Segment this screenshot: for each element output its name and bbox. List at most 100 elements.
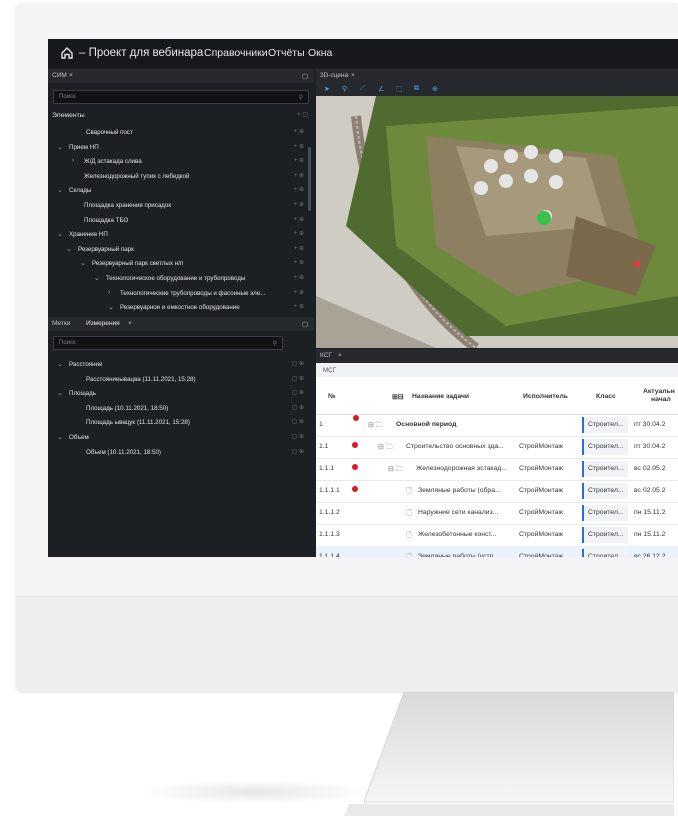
row-actions-icon[interactable]: + ⊕ [294, 216, 304, 223]
sim-scrollbar[interactable] [308, 147, 311, 211]
tree-item[interactable]: ⌄ Хранение НП + ⊕ [48, 227, 310, 241]
menu-reports[interactable]: Отчёты [268, 47, 305, 59]
maximize-icon[interactable]: ▢ [302, 320, 308, 328]
tree-item[interactable]: Площадь ывацук (11.11.2021, 15:28) ▢ ⊕ [48, 415, 310, 429]
row-actions-icon[interactable]: ▢ ⊕ [292, 418, 304, 425]
close-icon[interactable]: × [338, 352, 342, 359]
chevron-down-icon[interactable]: ⌄ [57, 143, 63, 151]
close-icon[interactable]: × [351, 72, 355, 79]
task-executor: СтройМонтаж [519, 487, 564, 494]
class-label: Строител... [588, 531, 624, 538]
alert-icon[interactable] [352, 486, 358, 492]
table-row[interactable]: 1.1.1.4 🗋 Земляные работы (устр... СтройМон… [316, 546, 678, 557]
chevron-down-icon[interactable]: ⌄ [80, 259, 86, 267]
maximize-icon[interactable]: ▢ [302, 72, 308, 80]
table-row[interactable]: 1.1 ⊟ 🗀 Строительство основных зда... Строй… [316, 436, 678, 459]
alert-icon[interactable] [353, 415, 359, 421]
task-executor: СтройМонтаж [519, 443, 564, 450]
tree-item[interactable]: ⌄ Резервуарное и емкостное оборудование + … [48, 300, 310, 314]
tree-item[interactable]: ⌄ Объем ▢ ⊕ [48, 430, 310, 444]
sim-search-input[interactable]: Поиск ⚲ [53, 90, 309, 104]
home-icon[interactable] [60, 46, 74, 60]
tree-item[interactable]: ⌄ Площадь ▢ ⊕ [48, 386, 310, 400]
tab-3d-scene[interactable]: 3D-сцена [320, 72, 348, 79]
chevron-down-icon[interactable]: ⌄ [57, 186, 63, 194]
col-actual-start: начал [651, 396, 671, 403]
row-actions-icon[interactable]: ▢ ⊕ [292, 404, 304, 411]
tree-item[interactable]: ⌄ Расстояние ▢ ⊕ [48, 357, 310, 371]
row-actions-icon[interactable]: + ⊕ [294, 289, 304, 296]
row-actions-icon[interactable]: + ⊕ [294, 259, 304, 266]
tree-item[interactable]: Объем (10.11.2021, 18:50) ▢ ⊕ [48, 445, 310, 459]
tab-ksg[interactable]: КСГ [320, 352, 332, 359]
chevron-right-icon[interactable]: › [108, 289, 110, 296]
table-row[interactable]: 1.1.1.3 🗋 Железобетонные конст... СтройМонт… [316, 524, 678, 547]
tree-item[interactable]: Площадка хранения присадок + ⊕ [48, 198, 310, 212]
table-row[interactable]: 1.1.1.2 🗋 Наружние сети канализ... СтройМон… [316, 502, 678, 525]
row-actions-icon[interactable]: + ⊕ [294, 303, 304, 310]
tree-item[interactable]: ⌄ Технологическое оборудование и трубопро… [48, 271, 310, 285]
row-actions-icon[interactable]: + ⊕ [294, 201, 304, 208]
folder-icon: ⊟ 🗀 [378, 444, 393, 451]
col-name[interactable]: Название задачи [412, 393, 469, 400]
expand-icon[interactable]: ⊞⊟ [392, 393, 403, 401]
tab-marks[interactable]: Метки [52, 320, 70, 327]
table-row[interactable]: 1.1.1 ⊟ 🗀 Железнодорожная эстакад... СтройМ… [316, 458, 678, 481]
task-executor: СтройМонтаж [519, 465, 564, 472]
row-actions-icon[interactable]: ▢ ⊕ [292, 360, 304, 367]
tree-item[interactable]: ⌄ Прием НП + ⊕ [48, 140, 310, 154]
menu-references[interactable]: Справочники [204, 47, 268, 59]
marks-search-input[interactable]: Поиск ⚲ [53, 336, 283, 350]
row-num: 1.1.1 [319, 465, 335, 472]
chevron-down-icon[interactable]: ⌄ [57, 389, 63, 397]
row-actions-icon[interactable]: + ⊕ [294, 230, 304, 237]
row-actions-icon[interactable]: + ⊕ [294, 157, 304, 164]
tree-item[interactable]: Железнодорожный тупик с лебедкой + ⊕ [48, 169, 310, 183]
tab-msg[interactable]: МСГ [323, 367, 336, 374]
row-actions-icon[interactable]: + ⊕ [294, 245, 304, 252]
tree-item[interactable]: › Ж/Д эстакада слива + ⊕ [48, 154, 310, 168]
tree-item-label: Ж/Д эстакада слива [84, 158, 142, 166]
col-executor[interactable]: Исполнитель [523, 393, 568, 400]
row-actions-icon[interactable]: + ⊕ [294, 172, 304, 179]
chevron-down-icon[interactable]: ⌄ [94, 274, 100, 282]
table-row[interactable]: 1 ⊟ 🗀 Основной период Строител... пт 30.04.2 [316, 414, 678, 437]
tree-item[interactable]: › Технологические трубопроводы и фасонные… [48, 286, 310, 300]
row-num: 1.1.1.2 [319, 509, 340, 516]
row-actions-icon[interactable]: ▢ ⊕ [292, 433, 304, 440]
tree-item[interactable]: ⌄ Резервуарный парк светлых н/п + ⊕ [48, 256, 310, 270]
tree-item[interactable]: ⌄ Резервуарный парк + ⊕ [48, 242, 310, 256]
row-actions-icon[interactable]: + ⊕ [294, 274, 304, 281]
row-actions-icon[interactable]: ▢ ⊕ [292, 375, 304, 382]
tree-item[interactable]: Площадь (10.11.2021, 18:50) ▢ ⊕ [48, 401, 310, 415]
chevron-down-icon[interactable]: ⌄ [108, 303, 114, 311]
tab-sim[interactable]: СИМ [52, 72, 67, 79]
tree-item[interactable]: Площадка ТБО + ⊕ [48, 213, 310, 227]
chevron-down-icon[interactable]: ⌄ [66, 245, 72, 253]
chevron-down-icon[interactable]: ⌄ [57, 230, 63, 238]
row-actions-icon[interactable]: + ⊕ [294, 186, 304, 193]
col-actual[interactable]: Актуальн [643, 388, 675, 395]
row-actions-icon[interactable]: + ⊕ [294, 143, 304, 150]
close-icon[interactable]: × [128, 320, 132, 327]
menu-windows[interactable]: Окна [308, 47, 332, 59]
tab-measurements[interactable]: Измерения [86, 320, 120, 327]
row-actions-icon[interactable]: ▢ ⊕ [292, 448, 304, 455]
tree-item[interactable]: Расстояниеывацва (11.11.2021, 15:28) ▢ ⊕ [48, 372, 310, 386]
chevron-down-icon[interactable]: ⌄ [57, 360, 63, 368]
class-badge: Строител... [582, 505, 628, 521]
tree-item[interactable]: Сварочный пост + ⊕ [48, 125, 310, 139]
col-class[interactable]: Класс [596, 393, 616, 400]
chevron-right-icon[interactable]: › [72, 157, 74, 164]
close-icon[interactable]: × [69, 72, 73, 79]
alert-icon[interactable] [352, 464, 358, 470]
col-num[interactable]: № [328, 393, 336, 400]
tree-item[interactable]: ⌄ Склады + ⊕ [48, 183, 310, 197]
row-num: 1 [319, 421, 323, 428]
row-actions-icon[interactable]: ▢ ⊕ [292, 389, 304, 396]
alert-icon[interactable] [352, 442, 358, 448]
chevron-down-icon[interactable]: ⌄ [57, 433, 63, 441]
table-row[interactable]: 1.1.1.1 🗋 Земляные работы (обра... СтройМон… [316, 480, 678, 503]
tree-item-label: Технологические трубопроводы и фасонные … [120, 289, 266, 297]
row-actions-icon[interactable]: + ⊕ [294, 128, 304, 135]
